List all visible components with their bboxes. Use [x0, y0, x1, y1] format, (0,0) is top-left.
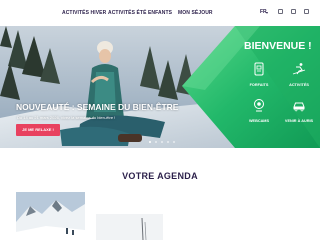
tile-label: VENIR À AURIS: [284, 119, 314, 123]
agenda-photo: [16, 192, 85, 240]
nav-item-winter-activities[interactable]: ACTIVITÉS HIVER: [62, 10, 106, 16]
tile-label: ACTIVITÉS: [289, 83, 309, 87]
nav-item-summer-activities[interactable]: ACTIVITÉS ÉTÉ: [108, 10, 147, 16]
agenda-card-image[interactable]: [16, 192, 85, 240]
ski-pass-icon: [254, 62, 264, 76]
hero-subtitle: Du 14 au 21 mars 2026, vivez la semaine …: [17, 115, 116, 120]
cart-icon[interactable]: [291, 9, 296, 14]
slider-dot[interactable]: [149, 141, 151, 143]
webcam-icon: [254, 99, 264, 112]
tile-label: FORFAITS: [249, 83, 269, 87]
main-menu: ACTIVITÉS HIVER ACTIVITÉS ÉTÉ ENFANTS MO…: [0, 0, 320, 26]
tile-activities[interactable]: ACTIVITÉS: [280, 62, 318, 102]
chevron-down-icon: ▾: [266, 10, 269, 15]
account-icon[interactable]: [304, 9, 309, 14]
agenda-title: VOTRE AGENDA: [122, 171, 198, 181]
slider-dot[interactable]: [155, 141, 157, 143]
relax-button[interactable]: JE ME RELAXE !: [16, 124, 60, 136]
welcome-title: BIENVENUE !: [244, 40, 312, 52]
nav-item-kids[interactable]: ENFANTS: [148, 10, 172, 16]
slider-dot[interactable]: [173, 141, 175, 143]
tile-label: WEBCAMS: [248, 119, 270, 123]
tile-getting-there[interactable]: VENIR À AURIS: [280, 98, 318, 138]
nav-item-my-stay[interactable]: MON SÉJOUR: [178, 10, 213, 16]
tile-webcams[interactable]: WEBCAMS: [240, 98, 278, 138]
agenda-card-image[interactable]: [96, 214, 163, 240]
tile-ski-passes[interactable]: FORFAITS: [240, 62, 278, 102]
hero-title: NOUVEAUTÉ : SEMAINE DU BIEN-ÊTRE: [16, 102, 179, 112]
slider-dot[interactable]: [161, 141, 163, 143]
search-icon[interactable]: [278, 9, 283, 14]
slider-dot[interactable]: [167, 141, 169, 143]
skier-icon: [292, 63, 306, 75]
top-navigation: ACTIVITÉS HIVER ACTIVITÉS ÉTÉ ENFANTS MO…: [0, 0, 320, 26]
car-icon: [293, 102, 305, 112]
slider-dots: [149, 141, 179, 144]
agenda-photo: [96, 214, 163, 240]
